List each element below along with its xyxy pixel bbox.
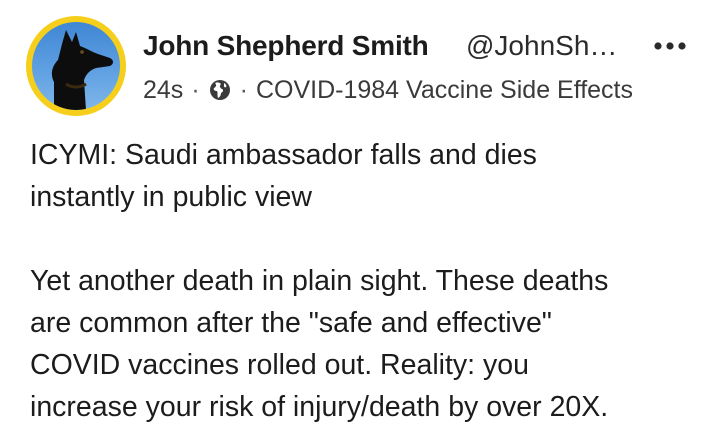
meta-separator: · — [191, 75, 200, 104]
post-time[interactable]: 24s — [143, 76, 183, 105]
meta-separator: · — [239, 75, 248, 104]
globe-icon — [208, 78, 232, 102]
post-card: John Shepherd Smith @JohnSh… 24s · · COV… — [0, 0, 720, 442]
more-options-icon[interactable] — [652, 34, 688, 58]
post-body: ICYMI: Saudi ambassador falls and dies i… — [30, 134, 700, 428]
author-handle[interactable]: @JohnSh… — [466, 30, 626, 62]
author-name[interactable]: John Shepherd Smith — [143, 30, 429, 62]
post-paragraph: Yet another death in plain sight. These … — [30, 265, 609, 423]
black-dog-avatar-icon — [32, 22, 120, 110]
group-name-link[interactable]: COVID-1984 Vaccine Side Effects — [256, 76, 633, 105]
author-avatar[interactable] — [26, 16, 126, 116]
post-meta: 24s · · COVID-1984 Vaccine Side Effects — [143, 74, 633, 106]
post-paragraph: ICYMI: Saudi ambassador falls and dies i… — [30, 139, 537, 213]
